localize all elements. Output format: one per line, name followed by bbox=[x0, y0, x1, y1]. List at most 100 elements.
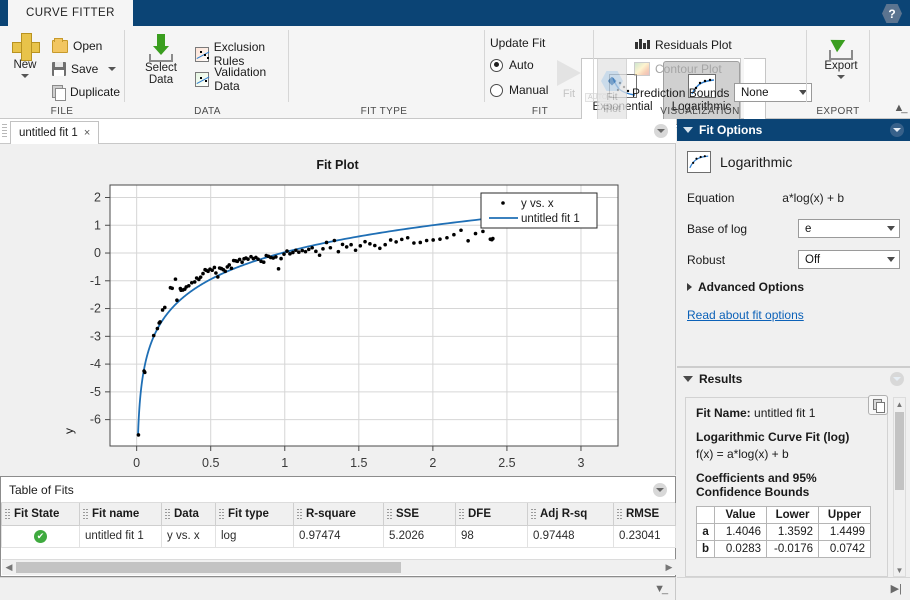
expand-right-icon[interactable]: ▶| bbox=[891, 582, 902, 595]
table-header-row: Fit State Fit name Data Fit type R-square SSE… bbox=[1, 503, 676, 526]
x-tick-label: 0 bbox=[133, 456, 140, 470]
table-row[interactable]: ✔ untitled fit 1y vs. x log 0.97474 5.2026 98… bbox=[1, 524, 676, 548]
fit-plot-icon bbox=[601, 71, 623, 91]
read-about-fit-options-link[interactable]: Read about fit options bbox=[687, 308, 804, 322]
column-header-fit-state[interactable]: Fit State bbox=[1, 503, 80, 526]
fit-plot-toggle-button[interactable]: Fit Plot bbox=[597, 58, 627, 128]
save-button[interactable]: Save bbox=[50, 59, 102, 79]
open-button[interactable]: Open bbox=[50, 36, 120, 56]
update-fit-manual-radio[interactable]: Manual bbox=[490, 83, 548, 97]
help-icon[interactable]: ? bbox=[882, 4, 902, 23]
chart-legend[interactable]: y vs. x untitled fit 1 bbox=[480, 192, 598, 229]
cell-data: y vs. x bbox=[161, 524, 216, 548]
document-tab-untitled-fit-1[interactable]: untitled fit 1 × bbox=[10, 121, 100, 144]
fit-plot-chart[interactable]: 0 0.5 1 1.5 2 2.5 3 2 1 0 -1 -2 -3 -4 -5 -6 y vs. x untit… bbox=[0, 144, 676, 475]
scroll-right-icon[interactable]: ▶ bbox=[662, 562, 676, 573]
radio-manual-icon bbox=[490, 83, 503, 97]
fit-button[interactable]: AUTO Fit bbox=[549, 60, 611, 110]
equation-key: Equation bbox=[687, 190, 735, 205]
cell-fit-type: log bbox=[215, 524, 294, 548]
column-resize-grip[interactable] bbox=[5, 509, 10, 520]
column-resize-grip[interactable] bbox=[297, 509, 302, 520]
table-of-fits-header: Table of Fits bbox=[1, 477, 675, 503]
column-resize-grip[interactable] bbox=[531, 509, 536, 520]
column-header-fit-name[interactable]: Fit name bbox=[79, 503, 162, 526]
fit-options-menu-icon[interactable] bbox=[890, 123, 904, 137]
cell-dfe: 98 bbox=[455, 524, 528, 548]
duplicate-button[interactable]: Duplicate bbox=[50, 82, 126, 102]
scroll-left-icon[interactable]: ◀ bbox=[2, 562, 16, 573]
column-resize-grip[interactable] bbox=[617, 509, 622, 520]
data-point bbox=[300, 248, 305, 253]
advanced-options-toggle[interactable]: Advanced Options bbox=[687, 280, 900, 294]
app-tab-curve-fitter[interactable]: CURVE FITTER bbox=[8, 0, 133, 26]
coef-column-lower: Lower bbox=[766, 506, 820, 524]
robust-select[interactable]: Off bbox=[798, 250, 900, 269]
exclusion-rules-button[interactable]: Exclusion Rules bbox=[193, 40, 287, 68]
contour-plot-button[interactable]: Contour Plot bbox=[632, 59, 742, 79]
y-tick-label: -1 bbox=[90, 274, 101, 288]
results-vertical-scrollbar[interactable]: ▲ ▼ bbox=[893, 397, 906, 577]
open-button-label: Open bbox=[73, 39, 103, 53]
results-menu-icon[interactable] bbox=[890, 371, 904, 386]
table-of-fits-menu-icon[interactable] bbox=[653, 483, 667, 497]
select-data-label-2: Data bbox=[148, 74, 174, 86]
chevron-right-icon bbox=[687, 283, 692, 291]
expand-bottom-icon[interactable]: ▼̲ bbox=[654, 583, 665, 595]
chevron-down-icon bbox=[21, 74, 29, 78]
x-tick-label: 0.5 bbox=[202, 456, 219, 470]
column-header-label: SSE bbox=[396, 507, 420, 520]
results-equation: f(x) = a*log(x) + b bbox=[696, 447, 789, 461]
status-footer-right: ▶| bbox=[677, 577, 910, 600]
column-header-rmse[interactable]: RMSE bbox=[613, 503, 676, 526]
logarithmic-type-icon bbox=[687, 151, 711, 173]
scroll-down-icon[interactable]: ▼ bbox=[894, 564, 905, 576]
data-point bbox=[163, 305, 167, 310]
data-point bbox=[151, 333, 156, 338]
data-point bbox=[431, 238, 435, 242]
column-header-r-square[interactable]: R-square bbox=[293, 503, 384, 526]
scroll-up-icon[interactable]: ▲ bbox=[894, 398, 905, 410]
collapse-triangle-icon[interactable] bbox=[683, 375, 693, 382]
new-button[interactable]: New bbox=[4, 33, 46, 78]
column-header-data[interactable]: Data bbox=[161, 503, 216, 526]
results-heading-text: Logarithmic Curve Fit (log) bbox=[696, 430, 850, 444]
copy-results-button[interactable] bbox=[868, 395, 888, 415]
select-data-button[interactable]: Select Data bbox=[133, 34, 189, 86]
data-point bbox=[459, 228, 463, 233]
select-data-label-1: Select bbox=[145, 62, 177, 74]
collapse-triangle-icon[interactable] bbox=[683, 127, 693, 133]
data-point bbox=[394, 240, 398, 244]
chevron-down-icon bbox=[108, 67, 116, 71]
prediction-bounds-select[interactable]: None bbox=[734, 83, 812, 102]
base-of-log-select[interactable]: e bbox=[798, 219, 900, 238]
column-resize-grip[interactable] bbox=[219, 509, 224, 520]
data-point bbox=[321, 247, 325, 251]
export-button[interactable]: Export bbox=[819, 33, 863, 79]
scroll-thumb[interactable] bbox=[16, 562, 401, 573]
ribbon-group-data: Select Data Exclusion Rules Validation D… bbox=[125, 26, 290, 119]
scroll-thumb[interactable] bbox=[895, 412, 904, 490]
data-point bbox=[358, 244, 363, 248]
update-fit-auto-radio[interactable]: Auto bbox=[490, 58, 534, 72]
column-resize-grip[interactable] bbox=[165, 509, 170, 520]
tab-bar-gripper[interactable] bbox=[2, 124, 7, 139]
column-header-fit-type[interactable]: Fit type bbox=[215, 503, 294, 526]
document-panel-menu-icon[interactable] bbox=[654, 124, 668, 138]
column-header-adj-r-sq[interactable]: Adj R-sq bbox=[527, 503, 614, 526]
cell-fit-name: untitled fit 1 bbox=[79, 524, 162, 548]
collapse-ribbon-icon[interactable]: ▲̲ bbox=[892, 101, 906, 115]
close-icon[interactable]: × bbox=[84, 127, 90, 139]
results-panel-header: Results bbox=[677, 367, 910, 389]
column-resize-grip[interactable] bbox=[387, 509, 392, 520]
column-header-sse[interactable]: SSE bbox=[383, 503, 456, 526]
column-resize-grip[interactable] bbox=[459, 509, 464, 520]
residuals-plot-button[interactable]: Residuals Plot bbox=[632, 35, 742, 55]
column-header-dfe[interactable]: DFE bbox=[455, 503, 528, 526]
column-resize-grip[interactable] bbox=[83, 509, 88, 520]
results-text-area[interactable]: Fit Name: untitled fit 1 Logarithmic Cur… bbox=[685, 397, 888, 577]
save-dropdown-button[interactable] bbox=[104, 59, 120, 79]
validation-data-button[interactable]: Validation Data bbox=[193, 65, 287, 93]
data-point bbox=[332, 238, 337, 243]
table-horizontal-scrollbar[interactable]: ◀ ▶ bbox=[2, 559, 676, 575]
